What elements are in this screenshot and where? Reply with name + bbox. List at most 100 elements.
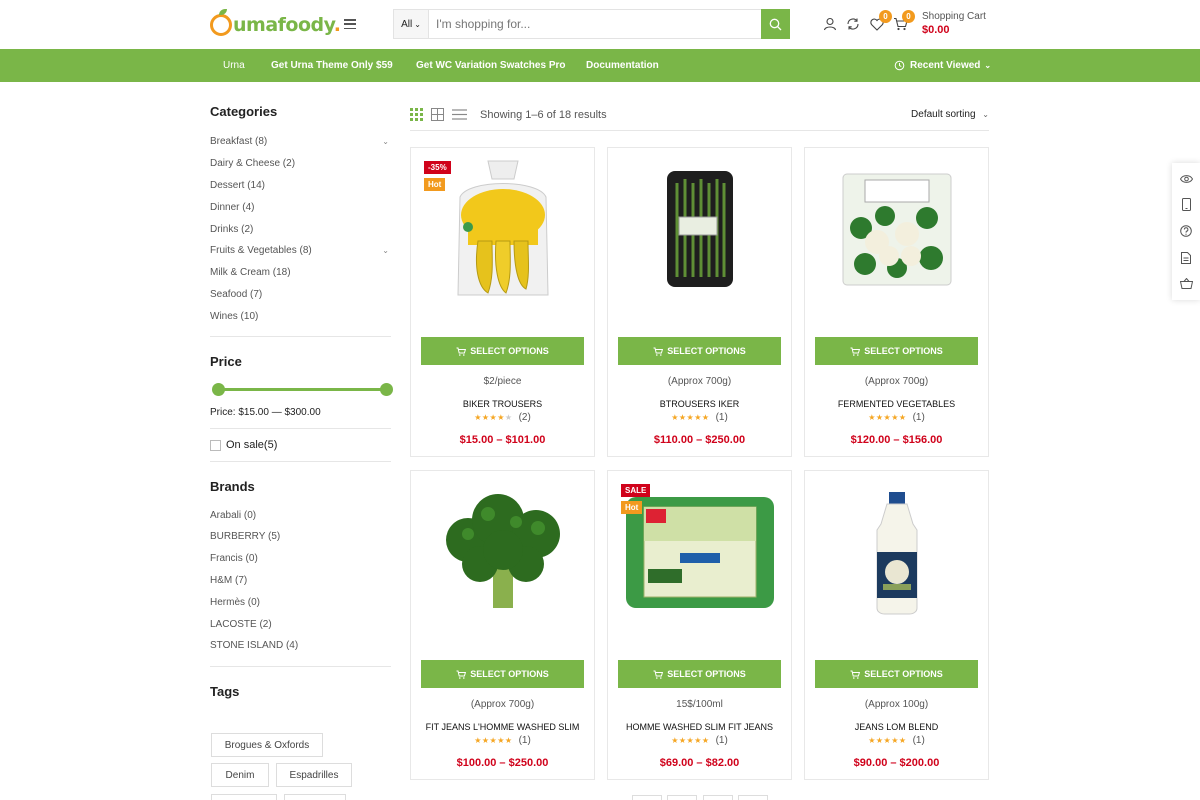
list-view-icon[interactable] xyxy=(452,108,467,121)
category-item[interactable]: Drinks (2) xyxy=(210,218,391,240)
chevron-down-icon[interactable]: ⌄ xyxy=(382,246,389,255)
product-card[interactable]: SELECT OPTIONS (Approx 700g) FIT JEANS L'H… xyxy=(410,470,595,780)
brand-item[interactable]: Arabali (0) xyxy=(210,504,391,526)
brand-item[interactable]: Hermès (0) xyxy=(210,591,391,613)
on-sale-checkbox[interactable] xyxy=(210,439,221,451)
eye-icon[interactable] xyxy=(1179,174,1193,184)
product-image[interactable] xyxy=(618,154,781,304)
recent-viewed-dropdown[interactable]: Recent Viewed ⌄ xyxy=(894,49,991,82)
nav-item-urna[interactable]: Urna xyxy=(223,49,245,82)
result-count: Showing 1–6 of 18 results xyxy=(480,109,607,121)
product-name[interactable]: FIT JEANS L'HOMME WASHED SLIM xyxy=(411,722,594,732)
tag-brogues[interactable]: Brogues & Oxfords xyxy=(211,733,323,757)
select-options-label: SELECT OPTIONS xyxy=(667,346,746,356)
sorting-label: Default sorting xyxy=(911,109,976,120)
product-image[interactable] xyxy=(815,477,978,627)
review-count: (1) xyxy=(518,735,531,746)
help-icon[interactable] xyxy=(1180,225,1192,238)
product-name[interactable]: BTROUSERS IKER xyxy=(608,399,791,409)
compare-button[interactable] xyxy=(845,16,861,32)
product-card[interactable]: -35% Hot SELECT OPTIONS $2/piece BIKER TROUS… xyxy=(410,147,595,457)
tag-espadrilles[interactable]: Espadrilles xyxy=(276,763,352,787)
product-image[interactable] xyxy=(421,154,584,304)
category-item[interactable]: Dessert (14) xyxy=(210,175,391,197)
product-card[interactable]: SELECT OPTIONS (Approx 700g) FERMENTED VEG… xyxy=(804,147,989,457)
pagination-item[interactable] xyxy=(632,795,662,800)
search-category-select[interactable]: All ⌄ xyxy=(394,10,429,38)
price-min-handle[interactable] xyxy=(212,383,225,397)
chevron-down-icon[interactable]: ⌄ xyxy=(382,137,389,146)
mobile-icon[interactable] xyxy=(1181,198,1191,212)
cart-total: $0.00 xyxy=(922,24,950,36)
sale-badge: SALE xyxy=(621,484,651,497)
pagination-item[interactable] xyxy=(667,795,697,800)
nav-item-swatches[interactable]: Get WC Variation Swatches Pro xyxy=(416,49,565,82)
brand-item[interactable]: STONE ISLAND (4) xyxy=(210,635,391,657)
category-item[interactable]: Milk & Cream (18) xyxy=(210,262,391,284)
price-title: Price xyxy=(210,354,242,370)
brand-label: Arabali (0) xyxy=(210,509,257,521)
brand-item[interactable]: LACOSTE (2) xyxy=(210,613,391,635)
product-name[interactable]: JEANS LOM BLEND xyxy=(805,722,988,732)
chevron-down-icon: ⌄ xyxy=(414,19,421,29)
product-name[interactable]: FERMENTED VEGETABLES xyxy=(805,399,988,409)
search-input[interactable] xyxy=(429,10,761,38)
product-image[interactable] xyxy=(618,477,781,627)
search-bar: All ⌄ xyxy=(393,9,790,39)
cart-count-badge: 0 xyxy=(902,10,915,23)
category-item[interactable]: Breakfast (8) ⌄ xyxy=(210,131,391,153)
pagination-item[interactable] xyxy=(703,795,733,800)
cart-summary[interactable]: Shopping Cart $0.00 xyxy=(922,11,986,36)
category-item[interactable]: Seafood (7) xyxy=(210,284,391,306)
select-options-button[interactable]: SELECT OPTIONS xyxy=(421,660,584,688)
grid-2-view-icon[interactable] xyxy=(431,108,444,121)
brand-item[interactable]: BURBERRY (5) xyxy=(210,526,391,548)
select-options-button[interactable]: SELECT OPTIONS xyxy=(815,337,978,365)
search-button[interactable] xyxy=(761,9,790,39)
product-rating: ★★★★★ (1) xyxy=(608,735,791,746)
on-sale-filter[interactable]: On sale(5) xyxy=(210,439,391,451)
select-options-button[interactable]: SELECT OPTIONS xyxy=(815,660,978,688)
cart-icon xyxy=(456,670,467,679)
product-card[interactable]: SELECT OPTIONS (Approx 700g) BTROUSERS IKE… xyxy=(607,147,792,457)
product-card[interactable]: SALE Hot SELECT OPTIONS 15$/100ml HOMME WASH… xyxy=(607,470,792,780)
product-unit: (Approx 700g) xyxy=(864,376,929,387)
product-image[interactable] xyxy=(815,154,978,304)
nav-item-urna-theme[interactable]: Get Urna Theme Only $59 xyxy=(271,49,393,82)
select-options-button[interactable]: SELECT OPTIONS xyxy=(421,337,584,365)
wishlist-count-badge: 0 xyxy=(879,10,892,23)
pagination-item[interactable] xyxy=(738,795,768,800)
review-count: (1) xyxy=(715,412,728,423)
site-logo[interactable]: umafoody. xyxy=(210,9,341,40)
category-item[interactable]: Dinner (4) xyxy=(210,196,391,218)
refresh-icon xyxy=(847,18,859,30)
select-options-button[interactable]: SELECT OPTIONS xyxy=(618,337,781,365)
account-button[interactable] xyxy=(822,16,838,32)
product-name[interactable]: HOMME WASHED SLIM FIT JEANS xyxy=(608,722,791,732)
product-name[interactable]: BIKER TROUSERS xyxy=(411,399,594,409)
brand-item[interactable]: Francis (0) xyxy=(210,548,391,570)
wishlist-button[interactable]: 0 xyxy=(869,10,892,32)
select-options-button[interactable]: SELECT OPTIONS xyxy=(618,660,781,688)
nav-item-documentation[interactable]: Documentation xyxy=(586,49,659,82)
category-item[interactable]: Wines (10) xyxy=(210,305,391,327)
document-icon[interactable] xyxy=(1181,251,1191,264)
cart-button[interactable]: 0 xyxy=(892,10,915,32)
tag-more[interactable] xyxy=(284,794,346,800)
category-item[interactable]: Dairy & Cheese (2) xyxy=(210,153,391,175)
tag-denim[interactable]: Denim xyxy=(211,763,269,787)
category-label: Dessert (14) xyxy=(210,179,266,191)
product-image[interactable] xyxy=(421,477,584,627)
recent-viewed-label: Recent Viewed xyxy=(910,60,981,71)
asparagus-tray-image xyxy=(666,171,733,287)
price-max-handle[interactable] xyxy=(380,383,393,397)
hamburger-menu-icon[interactable] xyxy=(344,19,356,29)
category-item[interactable]: Fruits & Vegetables (8) ⌄ xyxy=(210,240,391,262)
basket-icon[interactable] xyxy=(1179,277,1193,289)
brand-item[interactable]: H&M (7) xyxy=(210,570,391,592)
product-unit: (Approx 700g) xyxy=(667,376,732,387)
product-card[interactable]: SELECT OPTIONS (Approx 100g) JEANS LOM BLE… xyxy=(804,470,989,780)
sorting-select[interactable]: Default sorting ⌄ xyxy=(911,109,989,120)
tag-more[interactable] xyxy=(211,794,277,800)
grid-3-view-icon[interactable] xyxy=(410,108,423,121)
